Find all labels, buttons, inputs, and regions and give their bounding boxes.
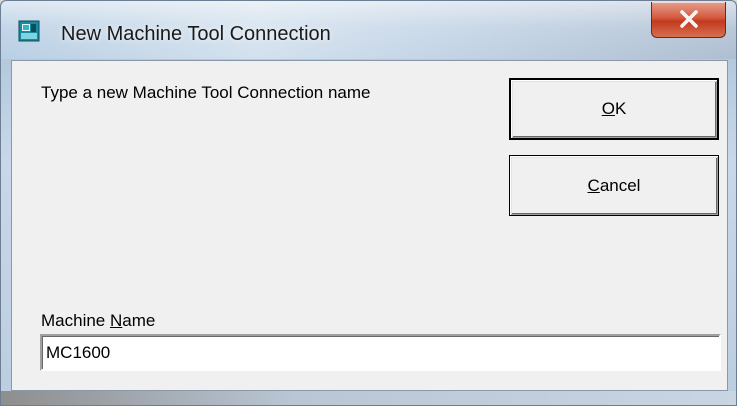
window-title: New Machine Tool Connection bbox=[61, 23, 331, 45]
title-bar[interactable]: New Machine Tool Connection bbox=[1, 1, 736, 59]
ok-label-rest: K bbox=[614, 99, 627, 118]
machine-name-mnemonic: N bbox=[109, 311, 123, 330]
machine-tool-app-icon bbox=[18, 20, 40, 42]
dialog-window: New Machine Tool Connection Type a new M… bbox=[0, 0, 737, 406]
close-button[interactable] bbox=[651, 2, 726, 38]
machine-name-label-after: ame bbox=[122, 311, 156, 330]
cancel-label-rest: ancel bbox=[599, 175, 641, 195]
machine-name-label: Machine Name bbox=[41, 311, 155, 331]
cancel-button[interactable]: Cancel bbox=[509, 155, 719, 216]
cancel-mnemonic: C bbox=[587, 175, 600, 195]
prompt-label: Type a new Machine Tool Connection name bbox=[41, 83, 371, 102]
ok-mnemonic: O bbox=[601, 99, 615, 118]
machine-name-label-before: Machine bbox=[41, 311, 110, 330]
ok-button[interactable]: OK bbox=[509, 78, 719, 140]
dialog-body: Type a new Machine Tool Connection name … bbox=[11, 60, 728, 391]
window-bottom-border bbox=[1, 391, 736, 405]
machine-name-input[interactable] bbox=[40, 334, 721, 371]
